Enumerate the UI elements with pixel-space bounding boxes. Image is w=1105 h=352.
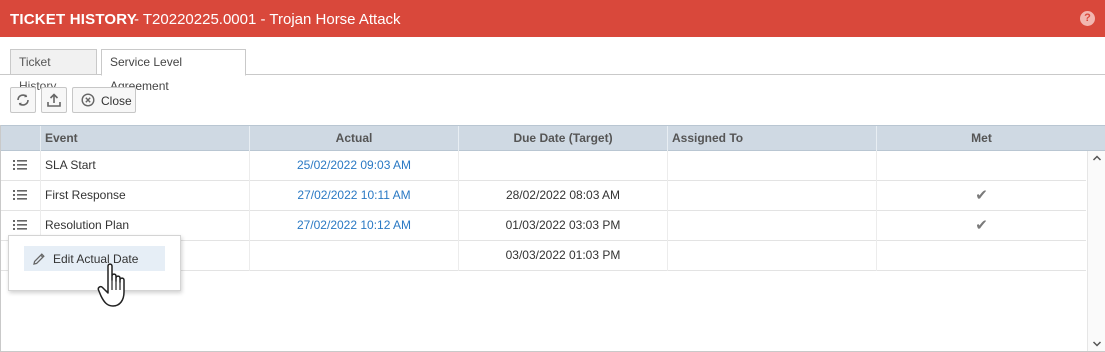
close-circle-icon xyxy=(81,93,95,107)
actual-date-link[interactable]: 27/02/2022 10:11 AM xyxy=(249,181,458,211)
chevron-down-icon[interactable] xyxy=(1092,339,1102,349)
table-row[interactable]: SLA Start 25/02/2022 09:03 AM xyxy=(1,151,1086,181)
checkmark-icon: ✔ xyxy=(876,181,1086,211)
event-cell: First Response xyxy=(40,181,249,211)
title-bar: TICKET HISTORY - T20220225.0001 - Trojan… xyxy=(0,0,1105,37)
met-cell xyxy=(876,151,1086,181)
close-button-label: Close xyxy=(101,94,132,108)
actual-date-link[interactable]: 27/02/2022 10:12 AM xyxy=(249,211,458,241)
list-icon[interactable] xyxy=(13,159,27,171)
row-menu-cell[interactable] xyxy=(1,151,40,181)
due-date-cell: 28/02/2022 08:03 AM xyxy=(458,181,667,211)
help-icon[interactable]: ? xyxy=(1080,11,1095,26)
close-button[interactable]: Close xyxy=(72,87,136,113)
vertical-scrollbar[interactable] xyxy=(1087,151,1105,351)
tab-ticket-history[interactable]: Ticket History xyxy=(10,49,97,93)
column-header-due-date[interactable]: Due Date (Target) xyxy=(458,126,667,151)
refresh-icon xyxy=(17,94,29,106)
tab-strip: Ticket History Service Level Agreement xyxy=(0,37,1105,93)
met-cell xyxy=(876,241,1086,271)
due-date-cell xyxy=(458,151,667,181)
grid-header: Event Actual Due Date (Target) Assigned … xyxy=(1,125,1105,151)
hand-cursor-icon xyxy=(97,263,125,307)
assigned-to-cell xyxy=(667,241,876,271)
table-row[interactable]: First Response 27/02/2022 10:11 AM 28/02… xyxy=(1,181,1086,211)
list-icon[interactable] xyxy=(13,219,27,231)
checkmark-icon: ✔ xyxy=(876,211,1086,241)
row-menu-cell[interactable] xyxy=(1,181,40,211)
event-cell: SLA Start xyxy=(40,151,249,181)
due-date-cell: 01/03/2022 03:03 PM xyxy=(458,211,667,241)
refresh-button[interactable] xyxy=(10,87,36,113)
column-header-actual[interactable]: Actual xyxy=(249,126,458,151)
actual-date-link[interactable]: 25/02/2022 09:03 AM xyxy=(249,151,458,181)
assigned-to-cell xyxy=(667,151,876,181)
column-header-met[interactable]: Met xyxy=(876,126,1086,151)
column-header-assigned-to[interactable]: Assigned To xyxy=(667,126,876,151)
assigned-to-cell xyxy=(667,181,876,211)
list-icon[interactable] xyxy=(13,189,27,201)
export-icon xyxy=(47,93,61,107)
edit-actual-date-menu-item[interactable]: Edit Actual Date xyxy=(24,246,165,271)
tab-service-level-agreement[interactable]: Service Level Agreement xyxy=(101,49,246,93)
pencil-icon xyxy=(33,253,45,265)
row-context-menu: Edit Actual Date xyxy=(8,235,181,291)
window-title: TICKET HISTORY xyxy=(10,11,137,28)
actual-date-link[interactable] xyxy=(249,241,458,271)
column-header-event[interactable]: Event xyxy=(40,126,249,151)
export-button[interactable] xyxy=(41,87,67,113)
due-date-cell: 03/03/2022 01:03 PM xyxy=(458,241,667,271)
window-subtitle: - T20220225.0001 - Trojan Horse Attack xyxy=(134,11,401,28)
assigned-to-cell xyxy=(667,211,876,241)
chevron-up-icon[interactable] xyxy=(1092,153,1102,163)
